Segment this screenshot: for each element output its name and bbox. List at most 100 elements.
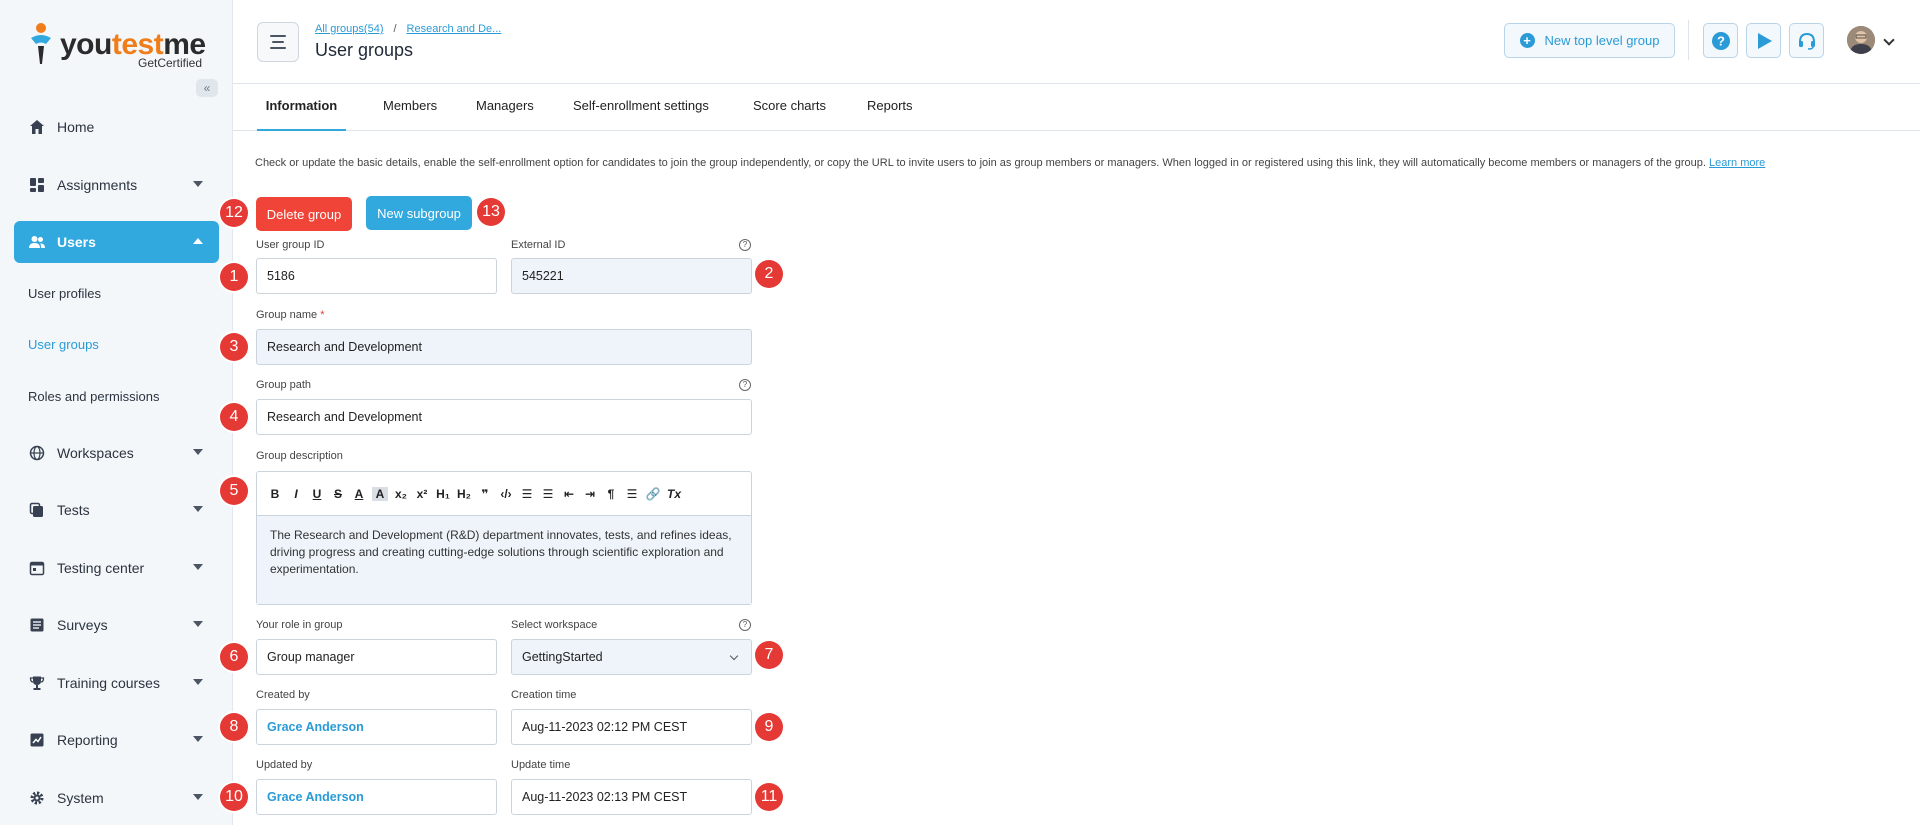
play-icon: [1757, 32, 1772, 49]
dashboard-icon: [28, 176, 46, 194]
help-icon: ?: [1711, 31, 1730, 50]
breadcrumb: All groups(54) / Research and De...: [315, 23, 501, 35]
subscript-icon[interactable]: x₂: [393, 487, 409, 501]
sidebar-item-system[interactable]: System: [14, 777, 219, 819]
sidebar-item-testing-center[interactable]: Testing center: [14, 547, 219, 589]
support-button[interactable]: [1789, 23, 1824, 58]
tab-self-enrollment-settings[interactable]: Self-enrollment settings: [573, 84, 709, 131]
tab-reports[interactable]: Reports: [867, 84, 913, 131]
hamburger-icon-line: [270, 47, 286, 49]
group-description-text[interactable]: The Research and Development (R&D) depar…: [257, 516, 751, 604]
logo-mark-icon: [31, 23, 51, 64]
link-icon[interactable]: 🔗: [645, 487, 661, 501]
sidebar-subitem-user-profiles[interactable]: User profiles: [28, 286, 101, 301]
annotation-badge-7: 7: [755, 641, 783, 669]
updated-by-link[interactable]: Grace Anderson: [256, 779, 497, 815]
font-color-icon[interactable]: A: [351, 487, 367, 501]
created-by-label: Created by: [256, 689, 310, 701]
group-description-editor[interactable]: B I U S A A x₂ x² H₁ H₂ ❞ ‹/› ☰ ☰ ⇤ ⇥ ¶ …: [256, 471, 752, 605]
sidebar-item-workspaces[interactable]: Workspaces: [14, 432, 219, 474]
clear-format-icon[interactable]: Tx: [666, 487, 682, 501]
chevron-down-icon: [193, 794, 203, 800]
avatar[interactable]: [1847, 26, 1875, 54]
sidebar-item-label: Tests: [57, 502, 90, 518]
italic-icon[interactable]: I: [288, 487, 304, 501]
copy-icon: [28, 501, 46, 519]
chevron-down-icon: [193, 564, 203, 570]
outdent-icon[interactable]: ⇤: [561, 487, 577, 501]
sidebar-item-users[interactable]: Users: [14, 221, 219, 263]
help-button[interactable]: ?: [1703, 23, 1738, 58]
logo-tagline: GetCertified: [138, 56, 203, 70]
workspace-select[interactable]: GettingStarted: [511, 639, 752, 675]
globe-icon: [28, 444, 46, 462]
text-direction-icon[interactable]: ¶: [603, 487, 619, 501]
update-time-field: Aug-11-2023 02:13 PM CEST: [511, 779, 752, 815]
breadcrumb-current-group[interactable]: Research and De...: [407, 23, 502, 35]
external-id-label: External ID: [511, 239, 566, 251]
group-path-label: Group path: [256, 379, 312, 391]
chevron-down-icon: [193, 679, 203, 685]
tab-score-charts[interactable]: Score charts: [753, 84, 826, 131]
annotation-badge-5: 5: [220, 477, 248, 505]
align-icon[interactable]: ☰: [624, 487, 640, 501]
quote-icon[interactable]: ❞: [477, 487, 493, 501]
tab-information[interactable]: Information: [257, 84, 346, 131]
user-group-id-field[interactable]: 5186: [256, 258, 497, 294]
learn-more-link[interactable]: Learn more: [1709, 157, 1765, 169]
sidebar-item-label: Surveys: [57, 617, 108, 633]
heading2-icon[interactable]: H₂: [456, 487, 472, 501]
external-id-field[interactable]: 545221: [511, 258, 752, 294]
help-circle-icon[interactable]: ?: [739, 239, 751, 251]
breadcrumb-all-groups[interactable]: All groups(54): [315, 23, 383, 35]
code-icon[interactable]: ‹/›: [498, 487, 514, 501]
group-path-field[interactable]: Research and Development: [256, 399, 752, 435]
updated-by-label: Updated by: [256, 759, 313, 771]
sidebar-item-training-courses[interactable]: Training courses: [14, 662, 219, 704]
sidebar-subitem-user-groups[interactable]: User groups: [28, 337, 99, 352]
sidebar-item-assignments[interactable]: Assignments: [14, 164, 219, 206]
new-top-level-group-button[interactable]: + New top level group: [1504, 23, 1675, 58]
group-name-field[interactable]: Research and Development: [256, 329, 752, 365]
bullet-list-icon[interactable]: ☰: [540, 487, 556, 501]
annotation-badge-8: 8: [220, 713, 248, 741]
chevron-down-icon[interactable]: [1883, 34, 1895, 46]
group-name-label-text: Group name: [256, 309, 318, 321]
created-by-link[interactable]: Grace Anderson: [256, 709, 497, 745]
logo[interactable]: youtestme GetCertified: [28, 20, 208, 72]
annotation-badge-3: 3: [220, 333, 248, 361]
underline-icon[interactable]: U: [309, 487, 325, 501]
sidebar: youtestme GetCertified « Home Assignment…: [0, 0, 233, 825]
tab-members[interactable]: Members: [383, 84, 437, 131]
sidebar-subitem-roles-permissions[interactable]: Roles and permissions: [28, 389, 160, 404]
collapse-sidebar-button[interactable]: «: [196, 79, 218, 97]
sidebar-item-label: Workspaces: [57, 445, 134, 461]
gear-icon: [28, 789, 46, 807]
sidebar-item-tests[interactable]: Tests: [14, 489, 219, 531]
help-circle-icon[interactable]: ?: [739, 379, 751, 391]
superscript-icon[interactable]: x²: [414, 487, 430, 501]
indent-icon[interactable]: ⇥: [582, 487, 598, 501]
sidebar-item-label: System: [57, 790, 104, 806]
sidebar-item-reporting[interactable]: Reporting: [14, 719, 219, 761]
tab-managers[interactable]: Managers: [476, 84, 534, 131]
bold-icon[interactable]: B: [267, 487, 283, 501]
group-name-label: Group name *: [256, 309, 325, 321]
annotation-badge-9: 9: [755, 713, 783, 741]
new-subgroup-button[interactable]: New subgroup: [366, 196, 472, 230]
users-icon: [28, 233, 46, 251]
sidebar-item-surveys[interactable]: Surveys: [14, 604, 219, 646]
heading1-icon[interactable]: H₁: [435, 487, 451, 501]
group-description-label: Group description: [256, 450, 343, 462]
play-tutorial-button[interactable]: [1746, 23, 1781, 58]
sidebar-item-home[interactable]: Home: [14, 106, 219, 148]
hamburger-icon-line: [272, 41, 284, 43]
delete-group-button[interactable]: Delete group: [256, 197, 352, 231]
workspace-label: Select workspace: [511, 619, 598, 631]
trophy-icon: [28, 674, 46, 692]
help-circle-icon[interactable]: ?: [739, 619, 751, 631]
highlight-icon[interactable]: A: [372, 486, 388, 501]
menu-toggle-button[interactable]: [257, 22, 299, 62]
strikethrough-icon[interactable]: S: [330, 487, 346, 501]
ordered-list-icon[interactable]: ☰: [519, 487, 535, 501]
